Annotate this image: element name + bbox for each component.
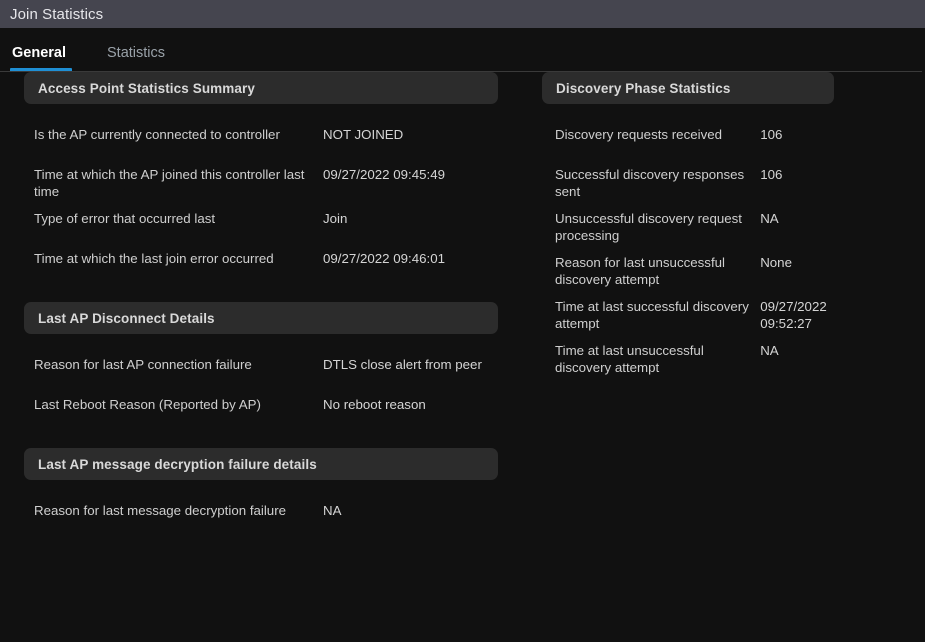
- detail-label: Type of error that occurred last: [34, 211, 216, 227]
- detail-value: 106: [760, 127, 783, 142]
- panel-spacer: [24, 280, 498, 302]
- panel-access-point-statistics-summary: Access Point Statistics Summary Is the A…: [24, 72, 498, 280]
- detail-value: 106: [760, 167, 783, 182]
- detail-row: Successful discovery responses sent 106: [542, 156, 834, 200]
- left-column: Access Point Statistics Summary Is the A…: [24, 72, 498, 532]
- detail-row: Discovery requests received 106: [542, 116, 834, 156]
- detail-row: Time at last unsuccessful discovery atte…: [542, 332, 834, 376]
- panel-rows: Discovery requests received 106 Successf…: [542, 104, 834, 376]
- detail-row: Reason for last message decryption failu…: [24, 492, 498, 532]
- detail-value: 09/27/2022 09:45:49: [323, 167, 446, 182]
- panel-spacer: [24, 426, 498, 448]
- detail-row: Time at which the AP joined this control…: [24, 156, 498, 200]
- detail-label: Successful discovery responses sent: [555, 167, 745, 200]
- panel-title: Last AP Disconnect Details: [38, 310, 215, 326]
- detail-row: Time at which the last join error occurr…: [24, 240, 498, 280]
- detail-row: Type of error that occurred last Join: [24, 200, 498, 240]
- detail-label: Time at last unsuccessful discovery atte…: [555, 343, 704, 376]
- detail-label: Unsuccessful discovery request processin…: [555, 211, 742, 244]
- tab-list: General Statistics: [0, 28, 925, 72]
- detail-row: Reason for last unsuccessful discovery a…: [542, 244, 834, 288]
- detail-label: Time at last successful discovery attemp…: [555, 299, 749, 332]
- detail-label: Is the AP currently connected to control…: [34, 127, 280, 142]
- tab-statistics-label: Statistics: [107, 44, 166, 61]
- panel-rows: Reason for last AP connection failure DT…: [24, 334, 498, 426]
- detail-value: None: [760, 255, 792, 271]
- panel-discovery-phase-statistics: Discovery Phase Statistics Discovery req…: [542, 72, 834, 376]
- detail-row: Reason for last AP connection failure DT…: [24, 346, 498, 386]
- detail-label: Last Reboot Reason (Reported by AP): [34, 397, 261, 413]
- detail-row: Time at last successful discovery attemp…: [542, 288, 834, 332]
- panel-header: Access Point Statistics Summary: [24, 72, 498, 104]
- detail-label: Reason for last message decryption failu…: [34, 503, 287, 519]
- panel-header: Discovery Phase Statistics: [542, 72, 834, 104]
- panel-last-ap-disconnect-details: Last AP Disconnect Details Reason for la…: [24, 302, 498, 426]
- detail-label: Time at which the last join error occurr…: [34, 251, 274, 267]
- detail-label: Time at which the AP joined this control…: [34, 167, 305, 200]
- detail-value: NOT JOINED: [323, 127, 404, 142]
- tab-statistics[interactable]: Statistics: [99, 44, 178, 73]
- panel-title: Access Point Statistics Summary: [38, 80, 255, 96]
- tab-general-label: General: [12, 44, 66, 61]
- detail-label: Reason for last AP connection failure: [34, 357, 252, 373]
- right-column: Discovery Phase Statistics Discovery req…: [542, 72, 834, 376]
- panel-title: Last AP message decryption failure detai…: [38, 456, 317, 472]
- window-titlebar: Join Statistics: [0, 0, 925, 28]
- panel-rows: Reason for last message decryption failu…: [24, 480, 498, 532]
- panel-header: Last AP Disconnect Details: [24, 302, 498, 335]
- panel-header: Last AP message decryption failure detai…: [24, 448, 498, 481]
- detail-label: Discovery requests received: [555, 127, 723, 142]
- page-title: Join Statistics: [10, 5, 104, 23]
- panel-rows: Is the AP currently connected to control…: [24, 104, 498, 280]
- detail-value: NA: [323, 503, 342, 519]
- detail-value: 09/27/2022 09:46:01: [323, 251, 446, 267]
- detail-value: NA: [760, 343, 779, 359]
- panel-title: Discovery Phase Statistics: [556, 80, 731, 96]
- detail-value: NA: [760, 211, 779, 227]
- detail-row: Is the AP currently connected to control…: [24, 116, 498, 156]
- detail-label: Reason for last unsuccessful discovery a…: [555, 255, 725, 288]
- detail-value: Join: [323, 211, 348, 227]
- detail-row: Last Reboot Reason (Reported by AP) No r…: [24, 386, 498, 426]
- content-area: Access Point Statistics Summary Is the A…: [0, 72, 925, 642]
- detail-value: No reboot reason: [323, 397, 426, 413]
- tab-strip: General Statistics: [0, 28, 925, 72]
- detail-value: DTLS close alert from peer: [323, 357, 482, 373]
- detail-value: 09/27/2022 09:52:27: [760, 299, 827, 332]
- panel-last-ap-message-decryption-failure-details: Last AP message decryption failure detai…: [24, 448, 498, 532]
- detail-row: Unsuccessful discovery request processin…: [542, 200, 834, 244]
